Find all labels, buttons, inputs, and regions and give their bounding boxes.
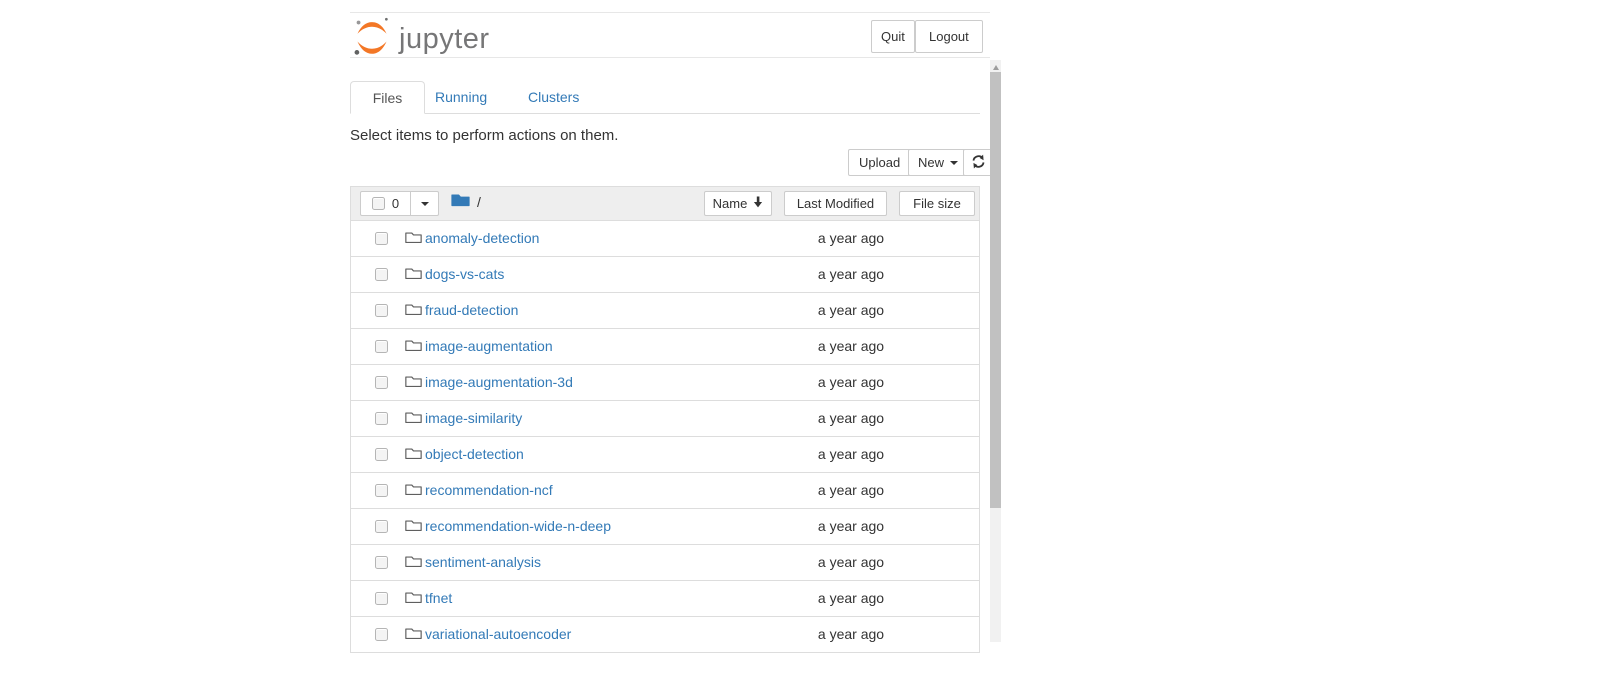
last-modified: a year ago xyxy=(771,338,931,354)
row-checkbox[interactable] xyxy=(375,232,388,245)
breadcrumb[interactable]: / xyxy=(451,192,481,211)
folder-outline-icon xyxy=(405,518,422,538)
file-row: object-detection a year ago xyxy=(351,436,979,472)
file-row: recommendation-ncf a year ago xyxy=(351,472,979,508)
last-modified: a year ago xyxy=(771,266,931,282)
folder-outline-icon xyxy=(405,302,422,322)
row-checkbox[interactable] xyxy=(375,304,388,317)
file-listing: 0 / Name xyxy=(350,186,980,653)
last-modified: a year ago xyxy=(771,518,931,534)
file-row: dogs-vs-cats a year ago xyxy=(351,256,979,292)
folder-link[interactable]: variational-autoencoder xyxy=(425,626,571,642)
folder-outline-icon xyxy=(405,446,422,466)
file-row: image-similarity a year ago xyxy=(351,400,979,436)
row-checkbox[interactable] xyxy=(375,268,388,281)
triangle-up-icon xyxy=(993,65,999,70)
selection-hint: Select items to perform actions on them. xyxy=(350,127,618,144)
row-checkbox[interactable] xyxy=(375,520,388,533)
folder-outline-icon xyxy=(405,482,422,502)
sort-name-button[interactable]: Name xyxy=(704,191,772,216)
row-checkbox[interactable] xyxy=(375,376,388,389)
tabbar-border xyxy=(350,113,980,114)
header-divider xyxy=(350,57,990,58)
tab-files[interactable]: Files xyxy=(350,81,425,114)
row-checkbox[interactable] xyxy=(375,484,388,497)
folder-link[interactable]: image-augmentation-3d xyxy=(425,374,573,390)
last-modified: a year ago xyxy=(771,590,931,606)
last-modified: a year ago xyxy=(771,230,931,246)
folder-link[interactable]: image-augmentation xyxy=(425,338,553,354)
folder-link[interactable]: anomaly-detection xyxy=(425,230,539,246)
row-checkbox[interactable] xyxy=(375,592,388,605)
scrollbar-up-arrow[interactable] xyxy=(990,62,1001,72)
folder-icon xyxy=(451,192,470,211)
file-row: anomaly-detection a year ago xyxy=(351,220,979,256)
folder-outline-icon xyxy=(405,374,422,394)
top-divider xyxy=(350,12,990,13)
file-row: recommendation-wide-n-deep a year ago xyxy=(351,508,979,544)
folder-outline-icon xyxy=(405,590,422,610)
row-checkbox[interactable] xyxy=(375,556,388,569)
folder-link[interactable]: tfnet xyxy=(425,590,452,606)
row-checkbox[interactable] xyxy=(375,628,388,641)
logout-button[interactable]: Logout xyxy=(915,20,983,53)
last-modified: a year ago xyxy=(771,626,931,642)
sort-size-button[interactable]: File size xyxy=(899,191,975,216)
chevron-down-icon xyxy=(421,202,429,206)
jupyter-logo-icon xyxy=(352,15,392,62)
folder-link[interactable]: object-detection xyxy=(425,446,524,462)
folder-outline-icon xyxy=(405,338,422,358)
breadcrumb-path: / xyxy=(477,194,481,210)
sort-name-label: Name xyxy=(713,196,748,211)
folder-link[interactable]: recommendation-wide-n-deep xyxy=(425,518,611,534)
selected-count: 0 xyxy=(392,196,399,211)
refresh-icon xyxy=(971,154,986,172)
select-dropdown-button[interactable] xyxy=(410,191,439,216)
file-row: tfnet a year ago xyxy=(351,580,979,616)
tab-running[interactable]: Running xyxy=(435,81,487,113)
new-dropdown-label: New xyxy=(918,155,944,170)
jupyter-logo[interactable]: jupyter xyxy=(352,15,490,62)
folder-link[interactable]: recommendation-ncf xyxy=(425,482,553,498)
row-checkbox[interactable] xyxy=(375,448,388,461)
row-checkbox[interactable] xyxy=(375,412,388,425)
scrollbar-thumb[interactable] xyxy=(990,72,1001,508)
sort-modified-button[interactable]: Last Modified xyxy=(784,191,887,216)
folder-outline-icon xyxy=(405,230,422,250)
folder-link[interactable]: sentiment-analysis xyxy=(425,554,541,570)
file-row: image-augmentation-3d a year ago xyxy=(351,364,979,400)
new-dropdown-button[interactable]: New xyxy=(908,149,968,176)
file-row: sentiment-analysis a year ago xyxy=(351,544,979,580)
last-modified: a year ago xyxy=(771,374,931,390)
select-all-button[interactable]: 0 xyxy=(360,191,411,216)
tab-clusters[interactable]: Clusters xyxy=(528,81,579,113)
folder-outline-icon xyxy=(405,626,422,646)
chevron-down-icon xyxy=(950,161,958,165)
file-row: image-augmentation a year ago xyxy=(351,328,979,364)
last-modified: a year ago xyxy=(771,410,931,426)
file-row: variational-autoencoder a year ago xyxy=(351,616,979,652)
folder-link[interactable]: image-similarity xyxy=(425,410,522,426)
select-all-checkbox[interactable] xyxy=(372,197,385,210)
folder-outline-icon xyxy=(405,266,422,286)
folder-outline-icon xyxy=(405,554,422,574)
folder-outline-icon xyxy=(405,410,422,430)
file-row: fraud-detection a year ago xyxy=(351,292,979,328)
last-modified: a year ago xyxy=(771,446,931,462)
folder-link[interactable]: dogs-vs-cats xyxy=(425,266,504,282)
jupyter-file-browser: jupyter Quit Logout Files Running Cluste… xyxy=(0,0,1600,679)
logo-text: jupyter xyxy=(399,19,490,59)
quit-button[interactable]: Quit xyxy=(871,20,915,53)
arrow-down-icon xyxy=(753,196,763,211)
last-modified: a year ago xyxy=(771,482,931,498)
last-modified: a year ago xyxy=(771,302,931,318)
row-checkbox[interactable] xyxy=(375,340,388,353)
folder-link[interactable]: fraud-detection xyxy=(425,302,518,318)
refresh-button[interactable] xyxy=(963,149,993,176)
last-modified: a year ago xyxy=(771,554,931,570)
upload-button[interactable]: Upload xyxy=(848,149,911,176)
list-header: 0 / Name xyxy=(351,187,979,220)
scrollbar-track[interactable] xyxy=(990,60,1001,642)
